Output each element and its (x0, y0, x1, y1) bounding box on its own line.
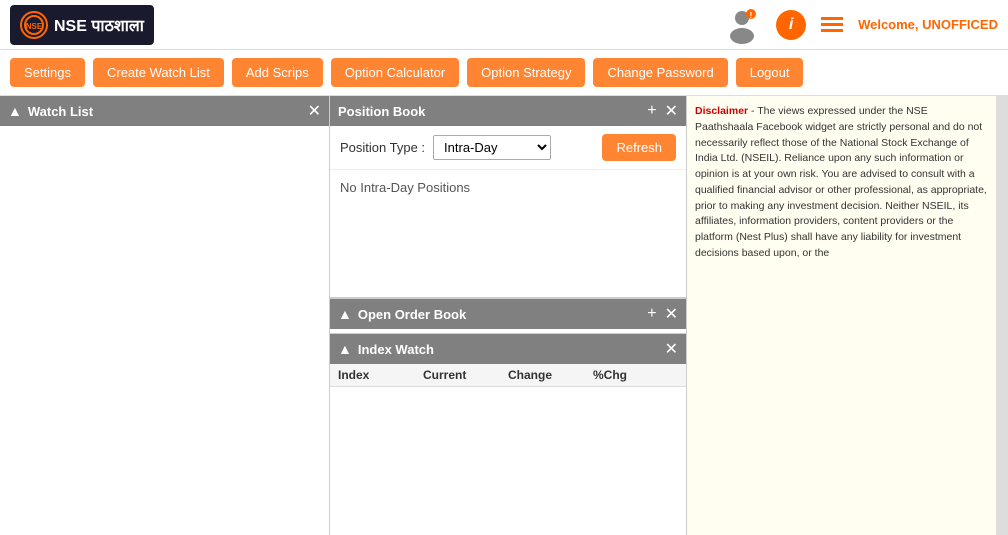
no-positions-text: No Intra-Day Positions (340, 180, 470, 195)
index-watch-header: ▲ Index Watch ✕ (330, 334, 686, 364)
watch-list-arrow-icon: ▲ (8, 103, 22, 119)
logo-text: NSE पाठशाला (54, 14, 144, 36)
svg-text:!: ! (750, 11, 753, 20)
watch-list-title: Watch List (28, 104, 93, 119)
logo-area: NSE NSE पाठशाला (10, 5, 154, 45)
watch-list-content (0, 126, 329, 535)
refresh-button[interactable]: Refresh (602, 134, 676, 161)
create-watch-list-button[interactable]: Create Watch List (93, 58, 224, 87)
watch-list-close-icon[interactable]: ✕ (308, 101, 321, 121)
change-password-button[interactable]: Change Password (593, 58, 727, 87)
index-col-pctchg: %Chg (593, 368, 678, 382)
menu-icon (821, 17, 843, 32)
index-col-change: Change (508, 368, 593, 382)
right-main: Position Book + ✕ Position Type : Intra-… (330, 96, 1008, 535)
open-order-close-icon[interactable]: ✕ (665, 304, 678, 324)
watch-list-header: ▲ Watch List ✕ (0, 96, 329, 126)
index-watch-arrow-icon: ▲ (338, 341, 352, 357)
watch-list-panel: ▲ Watch List ✕ (0, 96, 330, 535)
nse-logo-icon: NSE (20, 11, 48, 39)
main-layout: ▲ Watch List ✕ Position Book + ✕ (0, 96, 1008, 535)
open-order-arrow-icon: ▲ (338, 306, 352, 322)
position-book-header: Position Book + ✕ (330, 96, 686, 126)
right-content: Position Book + ✕ Position Type : Intra-… (330, 96, 686, 535)
logout-button[interactable]: Logout (736, 58, 804, 87)
open-order-header: ▲ Open Order Book + ✕ (330, 299, 686, 329)
position-book: Position Book + ✕ Position Type : Intra-… (330, 96, 686, 298)
open-order-book: ▲ Open Order Book + ✕ (330, 298, 686, 333)
open-order-title: Open Order Book (358, 307, 466, 322)
index-watch: ▲ Index Watch ✕ Index Current Change %Ch… (330, 333, 686, 535)
disclaimer-title: Disclaimer (695, 105, 748, 117)
index-col-current: Current (423, 368, 508, 382)
index-watch-close-icon[interactable]: ✕ (665, 339, 678, 359)
add-scrips-button[interactable]: Add Scrips (232, 58, 323, 87)
disclaimer-text: - The views expressed under the NSE Paat… (695, 105, 987, 259)
menu-icon-btn[interactable] (821, 17, 843, 32)
index-watch-title: Index Watch (358, 342, 434, 357)
position-type-select[interactable]: Intra-Day Carry Forward All (433, 135, 551, 160)
settings-button[interactable]: Settings (10, 58, 85, 87)
person-icon-btn[interactable]: ! (723, 6, 761, 44)
option-calculator-button[interactable]: Option Calculator (331, 58, 459, 87)
position-book-close-icon[interactable]: ✕ (665, 101, 678, 121)
person-icon: ! (723, 6, 761, 44)
open-order-plus-icon[interactable]: + (647, 305, 656, 323)
logo-box: NSE NSE पाठशाला (10, 5, 154, 45)
info-icon[interactable]: i (776, 10, 806, 40)
navbar: Settings Create Watch List Add Scrips Op… (0, 50, 1008, 96)
svg-text:NSE: NSE (26, 22, 43, 31)
position-type-label: Position Type : (340, 140, 425, 155)
position-book-toolbar: Position Type : Intra-Day Carry Forward … (330, 126, 686, 170)
position-book-title: Position Book (338, 104, 425, 119)
position-book-plus-icon[interactable]: + (647, 102, 656, 120)
scroll-indicator[interactable] (996, 96, 1008, 535)
header: NSE NSE पाठशाला ! i Welcome, UNOFFICED (0, 0, 1008, 50)
header-icons: ! i Welcome, UNOFFICED (723, 6, 998, 44)
welcome-text: Welcome, UNOFFICED (858, 17, 998, 32)
disclaimer-panel: Disclaimer - The views expressed under t… (686, 96, 996, 535)
option-strategy-button[interactable]: Option Strategy (467, 58, 585, 87)
index-col-index: Index (338, 368, 423, 382)
index-table-header: Index Current Change %Chg (330, 364, 686, 387)
position-book-body: No Intra-Day Positions (330, 170, 686, 297)
